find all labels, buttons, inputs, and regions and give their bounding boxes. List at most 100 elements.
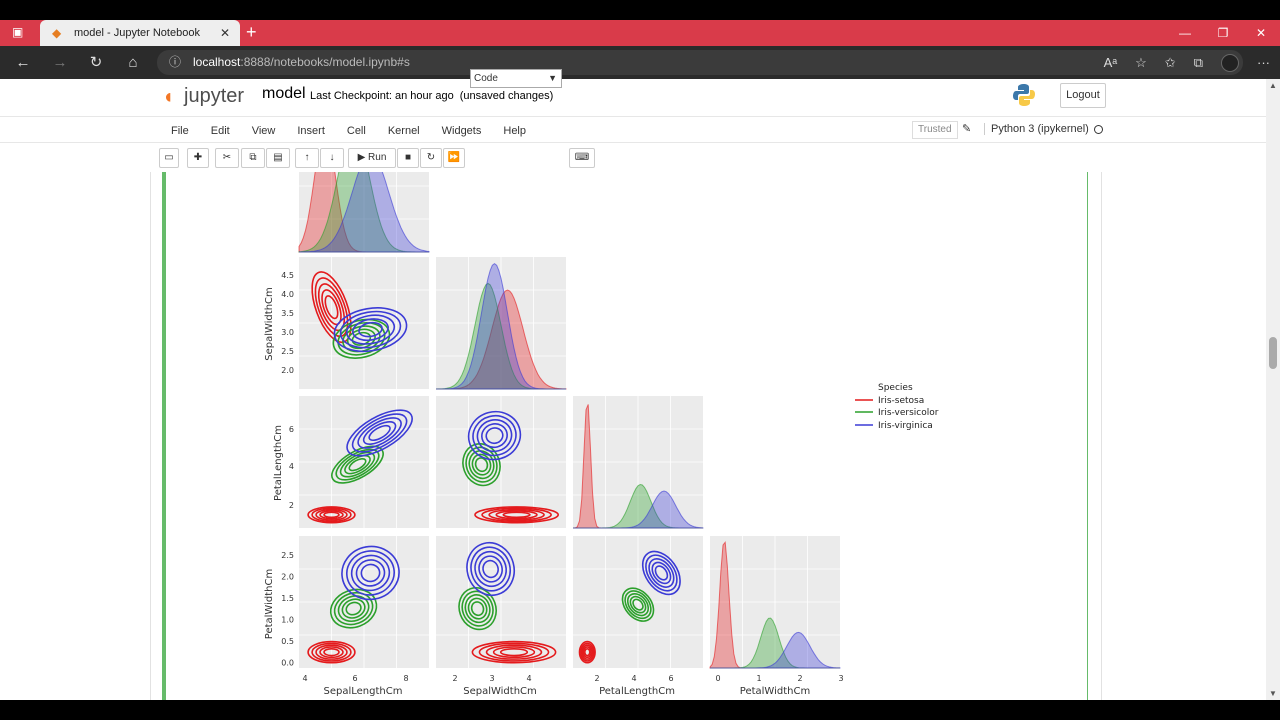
x-axis-label: SepalLengthCm bbox=[324, 686, 403, 697]
tick-label-x2: 3 bbox=[489, 674, 494, 683]
favorites-icon[interactable]: ✩ bbox=[1165, 55, 1176, 71]
read-aloud-icon[interactable]: Aᵃ bbox=[1104, 55, 1118, 70]
x-axis-label: SepalWidthCm bbox=[463, 686, 537, 697]
tick-label-sepalwidth: 4.5 bbox=[281, 271, 294, 280]
checkpoint-text: Last Checkpoint: an hour ago bbox=[310, 90, 454, 102]
scroll-down-icon[interactable]: ▼ bbox=[1269, 689, 1277, 698]
tick-label-petallength: 6 bbox=[289, 425, 294, 434]
forward-icon[interactable]: → bbox=[46, 46, 74, 79]
menu-file[interactable]: File bbox=[160, 125, 200, 137]
trusted-badge[interactable]: Trusted bbox=[912, 121, 958, 139]
move-up-icon[interactable]: ↑ bbox=[295, 148, 319, 168]
run-label: Run bbox=[368, 152, 387, 163]
run-button[interactable]: ▶ Run bbox=[348, 148, 396, 168]
chevron-down-icon: ▼ bbox=[548, 73, 557, 83]
menu-bar: File Edit View Insert Cell Kernel Widget… bbox=[0, 116, 1266, 143]
move-down-icon[interactable]: ↓ bbox=[320, 148, 344, 168]
url-path: :8888/notebooks/model.ipynb#s bbox=[240, 55, 410, 69]
kernel-name[interactable]: Python 3 (ipykernel) bbox=[984, 123, 1089, 135]
chart-legend: Species Iris-setosa Iris-versicolor Iris… bbox=[855, 383, 939, 431]
tick-label-petalwidth: 0.5 bbox=[281, 637, 294, 646]
menu-cell[interactable]: Cell bbox=[336, 125, 377, 137]
window-titlebar bbox=[0, 0, 1280, 20]
menu-help[interactable]: Help bbox=[492, 125, 537, 137]
maximize-button[interactable]: ❐ bbox=[1204, 20, 1242, 46]
tick-label-x4: 0 bbox=[715, 674, 720, 683]
menu-widgets[interactable]: Widgets bbox=[431, 125, 493, 137]
tab-actions-icon[interactable]: ▣ bbox=[12, 25, 23, 39]
jupyter-header: ◖ jupyter model Last Checkpoint: an hour… bbox=[0, 79, 1266, 116]
refresh-icon[interactable]: ↻ bbox=[82, 46, 110, 79]
address-bar-row: ← → ↻ ⌂ ⓘ localhost:8888/notebooks/model… bbox=[0, 46, 1280, 79]
menu-insert[interactable]: Insert bbox=[286, 125, 336, 137]
favorite-add-icon[interactable]: ☆ bbox=[1135, 55, 1147, 71]
tick-label-petalwidth: 2.0 bbox=[281, 573, 294, 582]
save-icon[interactable]: ▭ bbox=[159, 148, 179, 168]
url-field[interactable]: ⓘ localhost:8888/notebooks/model.ipynb#s bbox=[157, 50, 1243, 75]
tick-label-sepalwidth: 3.5 bbox=[281, 309, 294, 318]
menu-view[interactable]: View bbox=[241, 125, 287, 137]
restart-run-all-icon[interactable]: ⏩ bbox=[443, 148, 465, 168]
jupyter-favicon-icon: ◆ bbox=[52, 26, 62, 40]
tick-label-x1: 4 bbox=[302, 674, 307, 683]
browser-tab[interactable]: ◆ model - Jupyter Notebook ✕ bbox=[40, 20, 240, 46]
x-axis-label: PetalWidthCm bbox=[740, 686, 810, 697]
tick-label-x4: 1 bbox=[756, 674, 761, 683]
tick-label-petalwidth: 1.5 bbox=[281, 594, 294, 603]
notebook-toolbar: ▭ ✚ ✂ ⧉ ▤ ↑ ↓ ▶ Run ■ ↻ ⏩ ⌨ bbox=[0, 144, 1266, 172]
site-info-icon[interactable]: ⓘ bbox=[169, 50, 181, 75]
checkpoint-status: Last Checkpoint: an hour ago (unsaved cha… bbox=[310, 90, 553, 102]
y-axis-label: SepalWidthCm bbox=[264, 287, 275, 361]
interrupt-icon[interactable]: ■ bbox=[397, 148, 419, 168]
tick-label-petallength: 2 bbox=[289, 501, 294, 510]
y-axis-label: PetalLengthCm bbox=[273, 425, 284, 501]
edit-pencil-icon[interactable]: ✎ bbox=[962, 122, 971, 135]
tick-label-x3: 2 bbox=[594, 674, 599, 683]
minimize-button[interactable]: — bbox=[1166, 20, 1204, 46]
notebook-name[interactable]: model bbox=[262, 85, 306, 103]
tick-label-x2: 4 bbox=[526, 674, 531, 683]
legend-label-versicolor: Iris-versicolor bbox=[878, 408, 939, 418]
tick-label-x1: 6 bbox=[352, 674, 357, 683]
more-menu-icon[interactable]: ··· bbox=[1257, 55, 1270, 70]
new-tab-button[interactable]: + bbox=[246, 23, 257, 41]
tick-label-petalwidth: 0.0 bbox=[281, 659, 294, 668]
jupyter-logo[interactable]: ◖ jupyter bbox=[162, 85, 244, 108]
tick-label-sepalwidth: 4.0 bbox=[281, 290, 294, 299]
restart-icon[interactable]: ↻ bbox=[420, 148, 442, 168]
tick-label-x2: 2 bbox=[452, 674, 457, 683]
python-logo-icon bbox=[1013, 84, 1035, 106]
tab-close-icon[interactable]: ✕ bbox=[220, 26, 230, 40]
pairplot-figure: 4.5 4.0 3.5 3.0 2.5 2.0 6 4 2 2.5 2.0 1.5 1.0 0.5 0.0 4… bbox=[264, 172, 939, 697]
legend-label-setosa: Iris-setosa bbox=[878, 396, 924, 406]
tick-label-x3: 6 bbox=[668, 674, 673, 683]
insert-cell-icon[interactable]: ✚ bbox=[187, 148, 209, 168]
tick-label-petalwidth: 2.5 bbox=[281, 551, 294, 560]
logout-button[interactable]: Logout bbox=[1060, 83, 1106, 108]
home-icon[interactable]: ⌂ bbox=[119, 46, 147, 79]
url-host: localhost bbox=[193, 55, 241, 69]
menu-edit[interactable]: Edit bbox=[200, 125, 241, 137]
jupyter-logo-text: jupyter bbox=[184, 85, 245, 107]
cut-icon[interactable]: ✂ bbox=[215, 148, 239, 168]
copy-icon[interactable]: ⧉ bbox=[241, 148, 265, 168]
scroll-thumb[interactable] bbox=[1269, 337, 1277, 369]
jupyter-logo-icon: ◖ bbox=[162, 85, 175, 108]
collections-icon[interactable]: ⧉ bbox=[1194, 55, 1203, 71]
back-icon[interactable]: ← bbox=[9, 46, 37, 79]
profile-avatar[interactable] bbox=[1221, 53, 1239, 72]
tick-label-x4: 3 bbox=[838, 674, 843, 683]
tick-label-sepalwidth: 3.0 bbox=[281, 328, 294, 337]
cell-type-select[interactable]: Code ▼ bbox=[470, 69, 562, 88]
paste-icon[interactable]: ▤ bbox=[266, 148, 290, 168]
command-palette-icon[interactable]: ⌨ bbox=[569, 148, 595, 168]
menu-kernel[interactable]: Kernel bbox=[377, 125, 431, 137]
tab-title: model - Jupyter Notebook bbox=[74, 27, 200, 39]
legend-label-virginica: Iris-virginica bbox=[878, 421, 933, 431]
legend-title: Species bbox=[878, 383, 913, 393]
close-window-button[interactable]: ✕ bbox=[1242, 20, 1280, 46]
tick-label-x3: 4 bbox=[631, 674, 636, 683]
scroll-up-icon[interactable]: ▲ bbox=[1269, 81, 1277, 90]
unsaved-status: (unsaved changes) bbox=[459, 90, 554, 102]
page-scrollbar[interactable]: ▲ ▼ bbox=[1266, 79, 1280, 700]
